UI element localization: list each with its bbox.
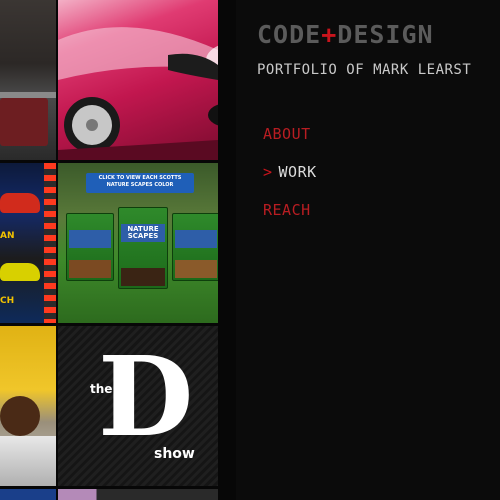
portfolio-tile-portrait[interactable] <box>0 326 56 486</box>
nav-item-about[interactable]: ABOUT <box>263 124 317 162</box>
nav-item-work[interactable]: > WORK <box>263 162 317 200</box>
nav-item-reach[interactable]: REACH <box>263 200 317 238</box>
site-logo[interactable]: CODE+DESIGN <box>257 20 434 49</box>
portfolio-tile-d-show[interactable]: the D show <box>58 326 218 486</box>
scotts-banner: CLICK TO VIEW EACH SCOTTS NATURE SCAPES … <box>98 175 182 188</box>
logo-design: DESIGN <box>337 20 434 49</box>
nav-item-label: WORK <box>278 163 317 181</box>
portfolio-tile-nature-scapes[interactable]: CLICK TO VIEW EACH SCOTTS NATURE SCAPES … <box>58 163 218 323</box>
logo-plus: + <box>321 20 338 49</box>
game-tile-label-2: CH <box>0 296 15 306</box>
nature-scapes-product: NATURE SCAPES <box>127 225 159 240</box>
active-marker-icon: > <box>263 163 273 181</box>
logo-code: CODE <box>257 20 322 49</box>
nav-item-label: REACH <box>263 201 311 219</box>
portfolio-tile-partial-right[interactable] <box>58 489 218 500</box>
nav-item-label: ABOUT <box>263 125 311 143</box>
portfolio-tile-game[interactable]: AN CH <box>0 163 56 323</box>
main-nav: ABOUT > WORK REACH <box>263 124 317 238</box>
sidebar: CODE+DESIGN PORTFOLIO OF MARK LEARST ABO… <box>236 0 500 500</box>
dshow-show: show <box>154 446 195 462</box>
site-subtitle: PORTFOLIO OF MARK LEARST <box>257 62 472 78</box>
dshow-letter: D <box>98 332 194 461</box>
car-illustration <box>58 27 218 160</box>
portfolio-tile-car-interior[interactable] <box>0 0 56 160</box>
portfolio-tile-partial-left[interactable] <box>0 489 56 500</box>
portfolio-grid: AN CH CLICK TO VIEW EACH SCOTTS NATURE S… <box>0 0 236 500</box>
game-tile-label-1: AN <box>0 231 15 241</box>
portfolio-tile-red-car[interactable] <box>58 0 218 160</box>
